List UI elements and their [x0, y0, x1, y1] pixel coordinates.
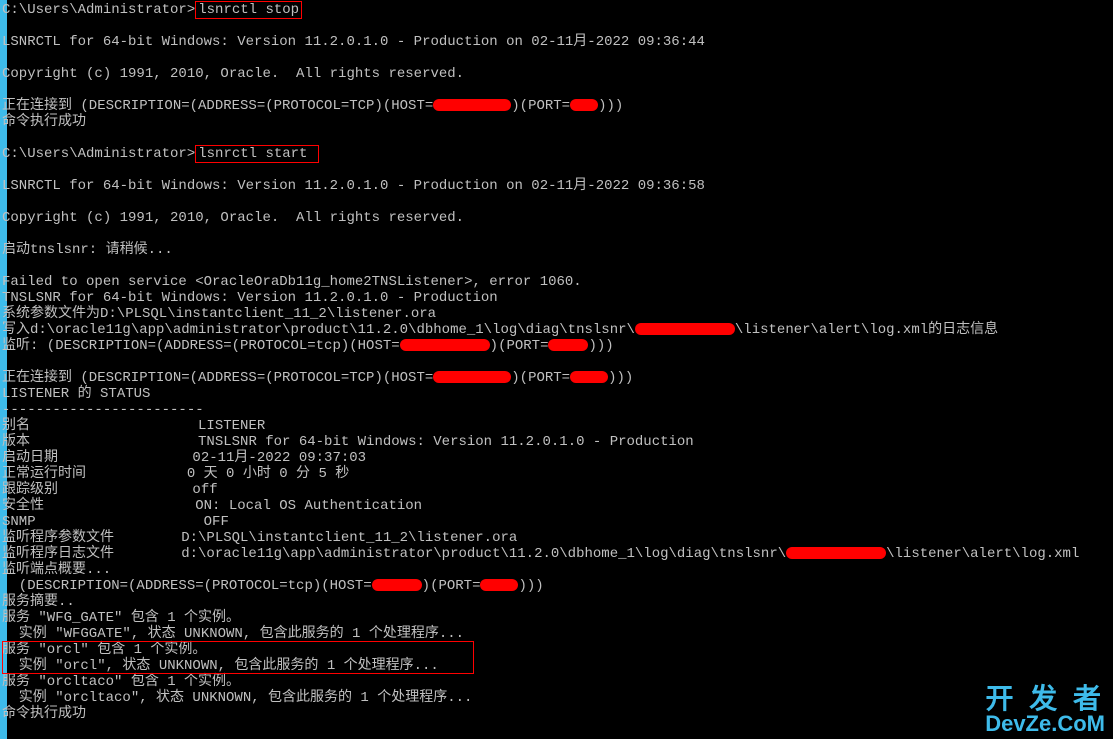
redacted-host [635, 323, 735, 335]
blank-line [2, 162, 1113, 178]
sysparam-line: 系统参数文件为D:\PLSQL\instantclient_11_2\liste… [2, 306, 1113, 322]
svc-orcl-line: 服务 "orcl" 包含 1 个实例。 [2, 642, 1113, 658]
security-line: 安全性 ON: Local OS Authentication [2, 498, 1113, 514]
copyright-line: Copyright (c) 1991, 2010, Oracle. All ri… [2, 210, 1113, 226]
blank-line [2, 354, 1113, 370]
redacted-host [433, 371, 511, 383]
banner-line: LSNRCTL for 64-bit Windows: Version 11.2… [2, 34, 1113, 50]
endpoint-summary-line: 监听端点概要... [2, 562, 1113, 578]
redacted-host [372, 579, 422, 591]
version-line: 版本 TNSLSNR for 64-bit Windows: Version 1… [2, 434, 1113, 450]
starting-line: 启动tnslsnr: 请稍候... [2, 242, 1113, 258]
snmp-line: SNMP OFF [2, 514, 1113, 530]
watermark-line2: DevZe.CoM [985, 713, 1105, 735]
svc-summary-line: 服务摘要.. [2, 594, 1113, 610]
redacted-port [570, 99, 598, 111]
redacted-host [433, 99, 511, 111]
prompt-line-stop: C:\Users\Administrator>lsnrctl stop [2, 2, 1113, 18]
redacted-port [480, 579, 518, 591]
trace-line: 跟踪级别 off [2, 482, 1113, 498]
blank-line [2, 226, 1113, 242]
inst-orcltaco-line: 实例 "orcltaco", 状态 UNKNOWN, 包含此服务的 1 个处理程… [2, 690, 1113, 706]
redacted-port [548, 339, 588, 351]
failed-line: Failed to open service <OracleOraDb11g_h… [2, 274, 1113, 290]
alias-line: 别名 LISTENER [2, 418, 1113, 434]
copyright-line: Copyright (c) 1991, 2010, Oracle. All ri… [2, 66, 1113, 82]
blank-line [2, 82, 1113, 98]
blank-line [2, 130, 1113, 146]
uptime-line: 正常运行时间 0 天 0 小时 0 分 5 秒 [2, 466, 1113, 482]
blank-line [2, 50, 1113, 66]
connecting-line: 正在连接到 (DESCRIPTION=(ADDRESS=(PROTOCOL=TC… [2, 98, 1113, 114]
watermark-logo: 开 发 者 DevZe.CoM [985, 685, 1105, 735]
endpoint-desc-line: (DESCRIPTION=(ADDRESS=(PROTOCOL=tcp)(HOS… [2, 578, 1113, 594]
tnslsnr-banner-line: TNSLSNR for 64-bit Windows: Version 11.2… [2, 290, 1113, 306]
blank-line [2, 258, 1113, 274]
redacted-port [570, 371, 608, 383]
terminal-output[interactable]: C:\Users\Administrator>lsnrctl stop LSNR… [0, 0, 1113, 739]
listen-line: 监听: (DESCRIPTION=(ADDRESS=(PROTOCOL=tcp)… [2, 338, 1113, 354]
inst-wfg-line: 实例 "WFGGATE", 状态 UNKNOWN, 包含此服务的 1 个处理程序… [2, 626, 1113, 642]
cmd-stop-highlight: lsnrctl stop [195, 1, 302, 19]
orcl-highlight-box: 服务 "orcl" 包含 1 个实例。 实例 "orcl", 状态 UNKNOW… [2, 642, 1113, 674]
blank-line [2, 18, 1113, 34]
inst-orcl-line: 实例 "orcl", 状态 UNKNOWN, 包含此服务的 1 个处理程序... [2, 658, 1113, 674]
start-date-line: 启动日期 02-11月-2022 09:37:03 [2, 450, 1113, 466]
redacted-host [400, 339, 490, 351]
success-line: 命令执行成功 [2, 114, 1113, 130]
svc-orcltaco-line: 服务 "orcltaco" 包含 1 个实例。 [2, 674, 1113, 690]
blank-line [2, 194, 1113, 210]
connecting-line: 正在连接到 (DESCRIPTION=(ADDRESS=(PROTOCOL=TC… [2, 370, 1113, 386]
watermark-line1: 开 发 者 [985, 685, 1105, 713]
prompt-line-start: C:\Users\Administrator>lsnrctl start [2, 146, 1113, 162]
log-file-line: 监听程序日志文件 d:\oracle11g\app\administrator\… [2, 546, 1113, 562]
cmd-start-highlight: lsnrctl start [195, 145, 319, 163]
divider-line: ------------------------ [2, 402, 1113, 418]
banner-line: LSNRCTL for 64-bit Windows: Version 11.2… [2, 178, 1113, 194]
log-line: 写入d:\oracle11g\app\administrator\product… [2, 322, 1113, 338]
redacted-host [786, 547, 886, 559]
success-line: 命令执行成功 [2, 706, 1113, 722]
param-file-line: 监听程序参数文件 D:\PLSQL\instantclient_11_2\lis… [2, 530, 1113, 546]
listener-status-line: LISTENER 的 STATUS [2, 386, 1113, 402]
svc-wfg-line: 服务 "WFG_GATE" 包含 1 个实例。 [2, 610, 1113, 626]
